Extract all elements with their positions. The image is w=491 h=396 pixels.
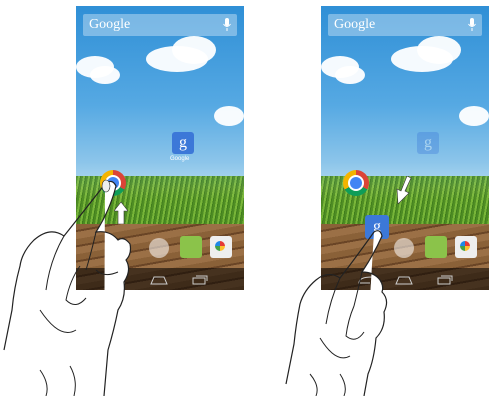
camera-icon[interactable] [210,236,232,258]
cloud [417,36,461,64]
camera-icon[interactable] [455,236,477,258]
app-drawer-icon[interactable] [394,238,414,258]
recent-apps-icon[interactable] [192,275,208,285]
google-app-icon[interactable]: g [172,132,194,154]
app-drawer-icon[interactable] [149,238,169,258]
cloud [172,36,216,64]
google-search-bar[interactable]: Google [328,14,482,36]
messaging-icon[interactable] [425,236,447,258]
search-label: Google [89,17,131,32]
search-label: Google [334,17,376,32]
google-app-label: Google [170,156,190,162]
arrow-down-icon [396,176,412,204]
microphone-icon[interactable] [468,18,476,32]
google-search-bar[interactable]: Google [83,14,237,36]
home-icon[interactable] [150,275,168,285]
google-app-ghost-icon: g [417,132,439,154]
hand-left-icon [3,179,132,396]
cloud [90,66,120,84]
messaging-icon[interactable] [180,236,202,258]
microphone-icon[interactable] [223,18,231,32]
cloud [459,106,489,126]
hand-right-icon [285,230,388,396]
chrome-icon[interactable] [343,170,369,196]
home-icon[interactable] [395,275,413,285]
recent-apps-icon[interactable] [437,275,453,285]
cloud [214,106,244,126]
cloud [335,66,365,84]
